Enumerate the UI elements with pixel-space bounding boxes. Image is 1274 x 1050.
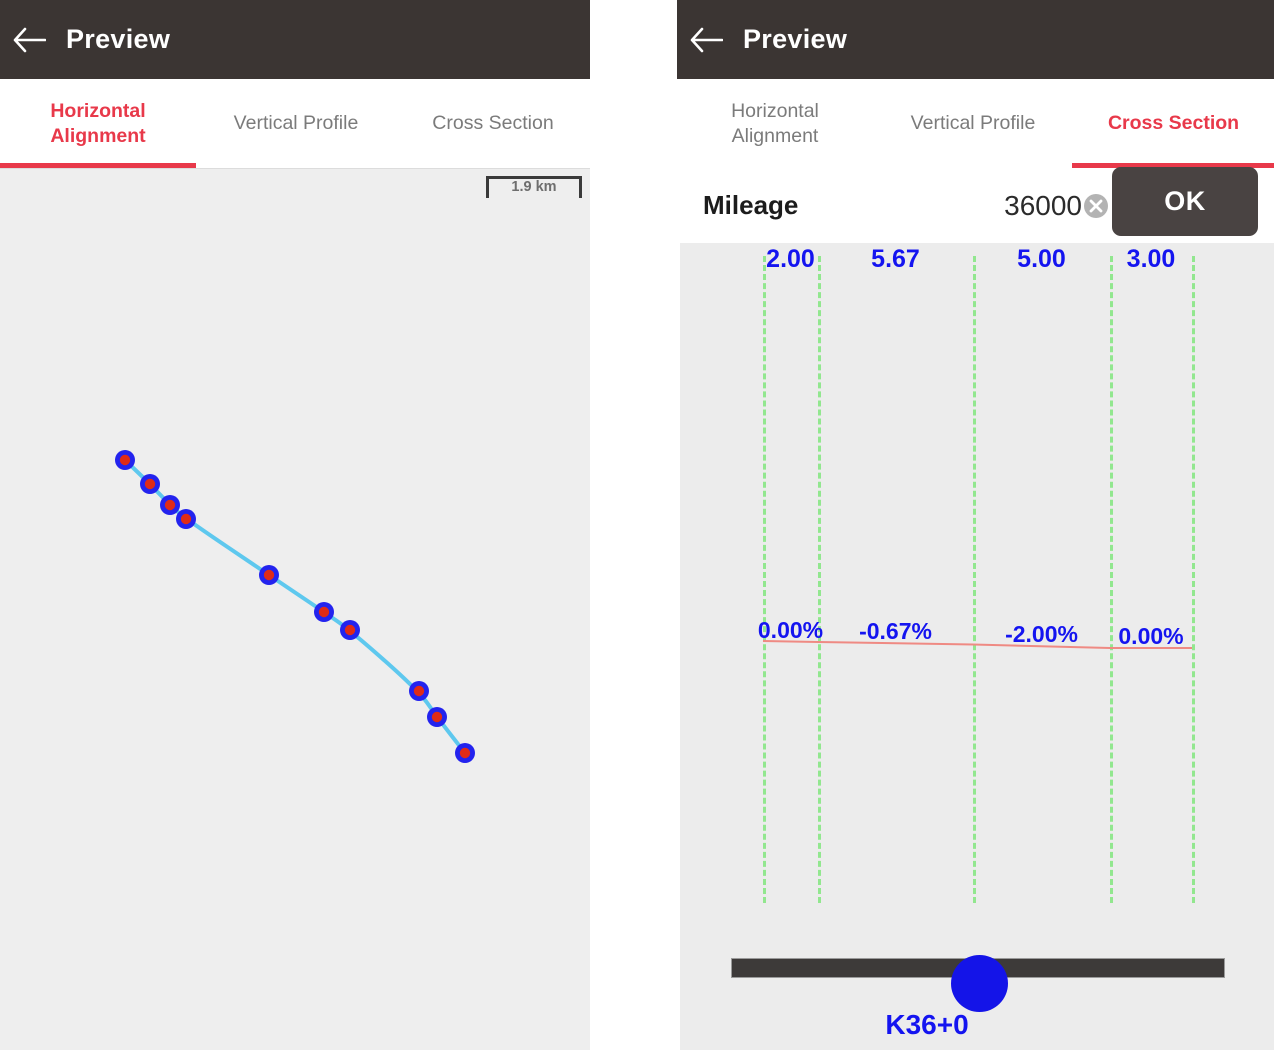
slope-label-0: 0.00% xyxy=(757,616,824,643)
page-title: Preview xyxy=(743,24,848,54)
alignment-polyline-graphic xyxy=(115,450,475,763)
ok-button[interactable]: OK xyxy=(1112,167,1258,236)
horizontal-alignment-map[interactable] xyxy=(0,168,590,1050)
tab-cross-section[interactable]: Cross Section xyxy=(1073,79,1274,168)
right-appbar: Preview xyxy=(677,0,1274,79)
slope-label-1: -0.67% xyxy=(859,618,932,645)
right-tabbar: Horizontal Alignment Vertical Profile Cr… xyxy=(677,79,1274,168)
left-tabbar: Horizontal Alignment Vertical Profile Cr… xyxy=(0,79,590,168)
tab-horizontal-alignment[interactable]: Horizontal Alignment xyxy=(0,79,196,168)
slope-label-2: -2.00% xyxy=(1005,621,1078,648)
mileage-row: Mileage OK xyxy=(677,167,1274,243)
map-scale-bar: 1.9 km xyxy=(486,176,582,198)
left-panel: Preview Horizontal Alignment Vertical Pr… xyxy=(0,0,590,1050)
right-panel: Preview Horizontal Alignment Vertical Pr… xyxy=(677,0,1274,1050)
station-slider-value: K36+0 xyxy=(885,1009,969,1040)
back-arrow-icon[interactable] xyxy=(677,0,735,79)
tab-cross-section[interactable]: Cross Section xyxy=(396,79,590,168)
station-slider-track[interactable] xyxy=(731,955,1225,1012)
clear-circle-x-icon[interactable] xyxy=(1083,193,1109,219)
page-title: Preview xyxy=(66,24,171,54)
station-slider: K36+0 xyxy=(680,943,1274,1050)
tab-vertical-profile[interactable]: Vertical Profile xyxy=(873,79,1073,168)
back-arrow-icon[interactable] xyxy=(0,0,58,79)
station-slider-knob[interactable] xyxy=(951,955,1008,1012)
width-label-3: 3.00 xyxy=(1126,245,1176,273)
scale-bar-label: 1.9 km xyxy=(511,178,557,195)
tab-horizontal-alignment[interactable]: Horizontal Alignment xyxy=(677,79,873,168)
cross-section-chart[interactable]: 2.00 5.67 5.00 3.00 0.00% -0.67% -2.00% 0.00% … xyxy=(680,243,1274,1050)
cross-section-surface-line xyxy=(762,640,1192,649)
mileage-input[interactable] xyxy=(978,190,1082,222)
width-label-0: 2.00 xyxy=(766,245,815,273)
slope-label-3: 0.00% xyxy=(1118,623,1184,649)
mileage-label: Mileage xyxy=(703,190,799,220)
left-appbar: Preview xyxy=(0,0,590,79)
width-label-1: 5.67 xyxy=(871,245,920,273)
mileage-input-wrap xyxy=(977,182,1109,230)
width-label-2: 5.00 xyxy=(1017,245,1066,273)
tab-vertical-profile[interactable]: Vertical Profile xyxy=(196,79,396,168)
app-screen: Preview Horizontal Alignment Vertical Pr… xyxy=(0,0,1274,1050)
